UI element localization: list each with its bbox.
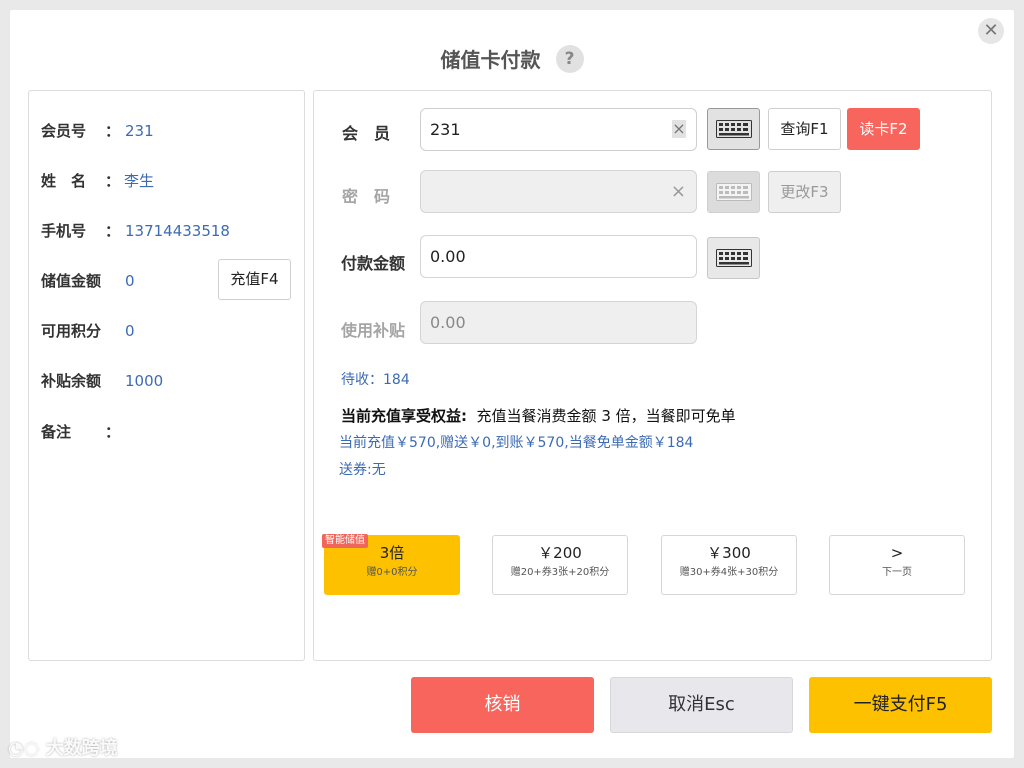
dialog-title: 储值卡付款 [440,48,541,72]
chevron-right-icon: > [890,544,904,562]
benefit-label: 当前充值享受权益: [341,407,467,425]
coupon-info: 送券:无 [339,462,386,478]
subsidy-label: 使用补贴 [341,321,406,340]
option-sub: 赠20+券3张+20积分 [510,567,610,578]
pending-amount: 待收：184 [341,372,410,388]
clear-icon[interactable]: × [672,120,686,138]
info-row-name: 姓 名 ：李生 [41,169,154,193]
info-label: 储值金额 [41,272,102,290]
amount-label: 付款金额 [341,254,406,273]
subsidy-input-value: 0.00 [430,313,466,332]
info-colon: ： [105,222,121,240]
watermark-logo-icon: ◔◌ [8,738,40,759]
info-label: 补贴余额 [41,372,102,390]
amount-input-value: 0.00 [430,247,466,266]
info-colon: ： [105,122,121,140]
next-page-button[interactable]: > 下一页 [829,535,965,595]
dialog-header: 储值卡付款 ? [0,44,1024,73]
info-row-member-id: 会员号 ： 231 [41,119,154,143]
recharge-button[interactable]: 充值F4 [218,259,291,300]
keyboard-icon[interactable] [707,237,760,279]
benefit-line: 当前充值享受权益: 充值当餐消费金额 3 倍，当餐即可免单 [341,405,736,426]
amount-input[interactable]: 0.00 [420,235,697,278]
keyboard-svg [715,249,752,267]
change-button[interactable]: 更改F3 [768,171,841,213]
keyboard-icon[interactable] [707,171,760,213]
keyboard-svg [715,183,752,201]
info-label: 可用积分 [41,322,102,340]
recharge-option-300[interactable]: ￥300 赠30+券4张+30积分 [661,535,797,595]
info-row-remark: 备注 ： [41,420,125,444]
watermark: ◔◌ 大数跨境 [8,734,118,760]
info-label: 备注 [41,423,72,441]
option-sub: 赠30+券4张+30积分 [679,567,779,578]
write-off-button[interactable]: 核销 [411,677,594,733]
option-main: ￥200 [538,544,582,562]
info-value: 13714433518 [125,222,230,240]
query-button[interactable]: 查询F1 [768,108,841,150]
member-label: 会 员 [342,124,391,143]
benefit-text: 充值当餐消费金额 3 倍，当餐即可免单 [476,407,736,425]
info-label: 姓 名 [41,172,87,190]
question-icon[interactable]: ? [555,44,584,73]
close-icon[interactable]: ✕ [978,18,1004,44]
info-label: 手机号 [41,222,87,240]
watermark-text: 大数跨境 [45,738,118,759]
info-colon: ： [105,172,121,190]
info-value: 0 [125,272,135,290]
clear-icon[interactable]: × [671,171,686,212]
password-input[interactable]: × [420,170,697,213]
member-input[interactable]: 231 × [420,108,697,151]
option-sub: 下一页 [882,567,912,578]
recharge-option-200[interactable]: ￥200 赠20+券3张+20积分 [492,535,628,595]
member-info-panel: 会员号： 231 姓 名：李生 手机号： 13714433518 储值金额 0 充值F… [28,90,305,661]
info-value: 1000 [125,372,164,390]
option-main: ￥300 [707,544,751,562]
info-row-phone: 手机号 ： 13714433518 [41,219,230,243]
read-card-button[interactable]: 读卡F2 [847,108,920,150]
option-sub: 赠0+0积分 [366,567,418,578]
info-value: 231 [125,122,154,140]
payment-form-panel: 会 员 231 × 查询F1 读卡F2 密 码 × 更改F3 付款金额 0.00… [313,90,992,661]
one-click-pay-button[interactable]: 一键支付F5 [809,677,992,733]
recharge-detail: 当前充值￥570,赠送￥0,到账￥570,当餐免单金额￥184 [339,435,694,451]
cancel-button[interactable]: 取消Esc [610,677,793,733]
smart-recharge-badge: 智能储值 [322,534,368,548]
keyboard-svg [715,120,752,138]
info-row-subsidy: 补贴余额 1000 [41,369,163,393]
info-row-points: 可用积分 0 [41,319,135,343]
info-value: 0 [125,322,135,340]
recharge-option-3x[interactable]: 智能储值 3倍 赠0+0积分 [322,534,460,595]
member-input-value: 231 [430,120,461,139]
password-label: 密 码 [342,187,391,206]
subsidy-input[interactable]: 0.00 [420,301,697,344]
info-label: 会员号 [41,122,87,140]
info-row-stored-value: 储值金额 0 [41,269,135,293]
keyboard-icon[interactable] [707,108,760,150]
info-value: 李生 [124,172,155,190]
info-colon: ： [105,423,121,441]
